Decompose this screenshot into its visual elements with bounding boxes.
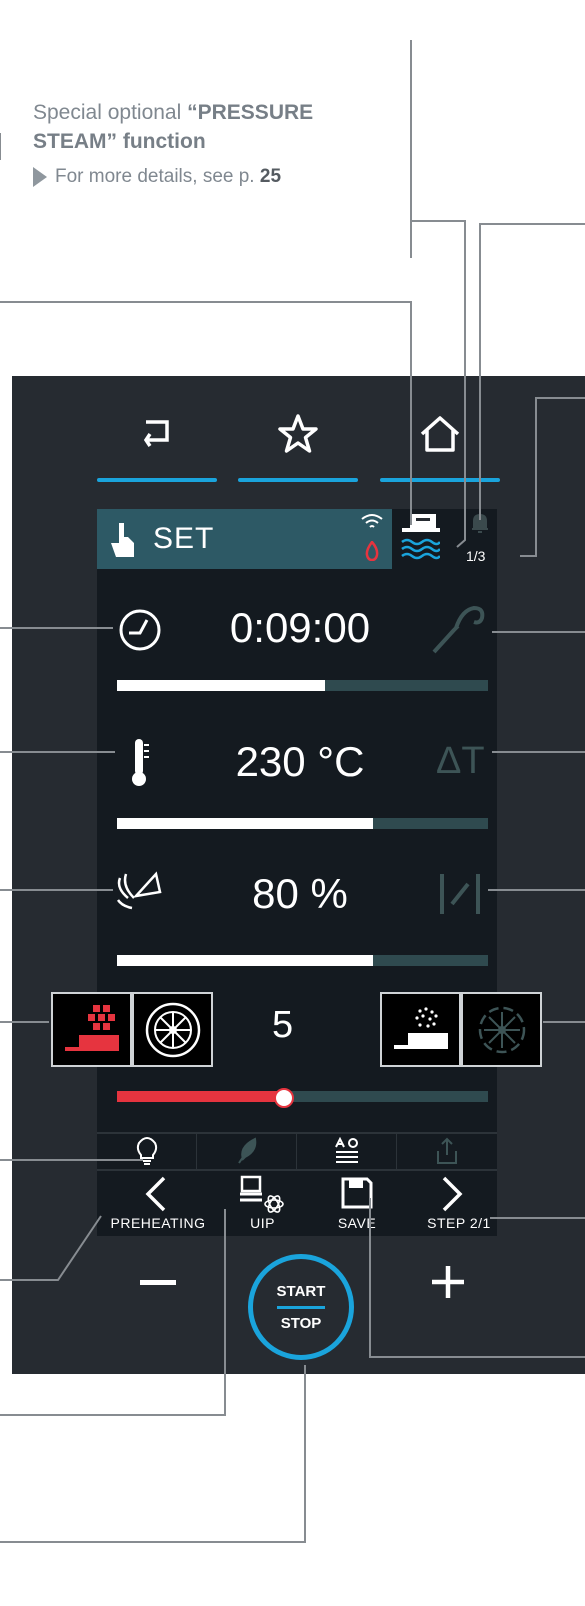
step-label[interactable]: STEP 2/1: [420, 1215, 498, 1231]
tray-icon: [402, 514, 440, 532]
feather-icon: [237, 1137, 256, 1164]
tool-feather[interactable]: [197, 1133, 297, 1169]
fan-speed-slider[interactable]: [117, 1091, 488, 1102]
probe-icon[interactable]: [430, 600, 486, 656]
set-label: SET: [153, 522, 215, 555]
temperature-progress-fill: [117, 818, 373, 829]
next-chevron-icon[interactable]: [440, 1174, 464, 1214]
temperature-progress-bar[interactable]: [117, 818, 488, 829]
time-progress-bar[interactable]: [117, 680, 488, 691]
start-stop-button[interactable]: START STOP: [248, 1254, 354, 1360]
start-label: START: [276, 1283, 326, 1300]
vent-damper-icon[interactable]: [438, 872, 482, 916]
temperature-value[interactable]: 230 °C: [190, 738, 410, 786]
favourites-button[interactable]: [238, 412, 358, 482]
time-progress-fill: [117, 680, 325, 691]
thermometer-icon[interactable]: [126, 735, 154, 789]
fan-speed-value[interactable]: 5: [272, 1004, 293, 1047]
dry-heat-button[interactable]: [51, 992, 132, 1067]
steam-humidity-icon[interactable]: [114, 868, 164, 914]
wifi-icon: [361, 514, 383, 528]
idea-bulb-icon: [136, 1137, 157, 1165]
humidity-value[interactable]: 80 %: [190, 870, 410, 918]
steam-tray-button[interactable]: [380, 992, 461, 1067]
fan-speed-handle[interactable]: [273, 1088, 294, 1108]
dry-heat-icon: [64, 1004, 119, 1051]
note-page: 25: [259, 166, 282, 187]
tool-alarm-settings[interactable]: [297, 1133, 397, 1169]
delta-t-label[interactable]: ΔT: [436, 740, 485, 783]
save-label[interactable]: SAVE: [332, 1215, 382, 1231]
preheating-label[interactable]: PREHEATING: [102, 1215, 214, 1231]
annotation-note: Special optional “PRESSURE STEAM” functi…: [33, 98, 383, 191]
minus-button[interactable]: [140, 1280, 176, 1285]
stop-label: STOP: [280, 1315, 322, 1332]
flame-icon: [365, 541, 379, 561]
upload-icon: [436, 1137, 457, 1164]
uip-icon[interactable]: [238, 1174, 286, 1214]
tool-upload[interactable]: [397, 1133, 496, 1169]
timer-icon[interactable]: [117, 607, 163, 653]
set-mode-bar[interactable]: SET: [97, 509, 392, 569]
hand-pointer-icon: [111, 523, 134, 557]
note-reference: For more details, see p. 25: [33, 162, 383, 191]
counter-label: 1/3: [466, 548, 486, 564]
save-disk-icon[interactable]: [340, 1176, 374, 1210]
back-arrow-icon: [143, 420, 169, 447]
star-icon: [278, 414, 318, 453]
uip-label[interactable]: UIP: [240, 1215, 285, 1231]
humidity-progress-fill: [117, 955, 373, 966]
steam-tray-icon: [393, 1006, 448, 1049]
humidity-progress-bar[interactable]: [117, 955, 488, 966]
tool-idea-bulb[interactable]: [97, 1133, 197, 1169]
back-button[interactable]: [97, 412, 217, 482]
fan-speed-fill: [117, 1091, 284, 1102]
plus-button[interactable]: [430, 1264, 466, 1300]
fan-reverse-button[interactable]: [461, 992, 542, 1067]
note-more-text: For more details, see p.: [55, 166, 255, 187]
home-icon: [420, 416, 460, 452]
fan-button[interactable]: [132, 992, 213, 1067]
previous-chevron-icon[interactable]: [144, 1174, 168, 1214]
note-line1-prefix: Special optional: [33, 101, 182, 124]
water-icon: [401, 538, 440, 560]
note-line1-bold: “PRESSURE: [187, 101, 314, 124]
home-button[interactable]: [380, 412, 500, 482]
fan-icon: [145, 1002, 200, 1057]
note-line2-bold: STEAM” function: [33, 130, 206, 153]
time-value[interactable]: 0:09:00: [190, 604, 410, 652]
fan-reverse-icon: [478, 1006, 525, 1053]
alarm-settings-icon: [334, 1137, 358, 1163]
triangle-bullet-icon: [33, 166, 47, 187]
bell-icon: [472, 513, 488, 533]
